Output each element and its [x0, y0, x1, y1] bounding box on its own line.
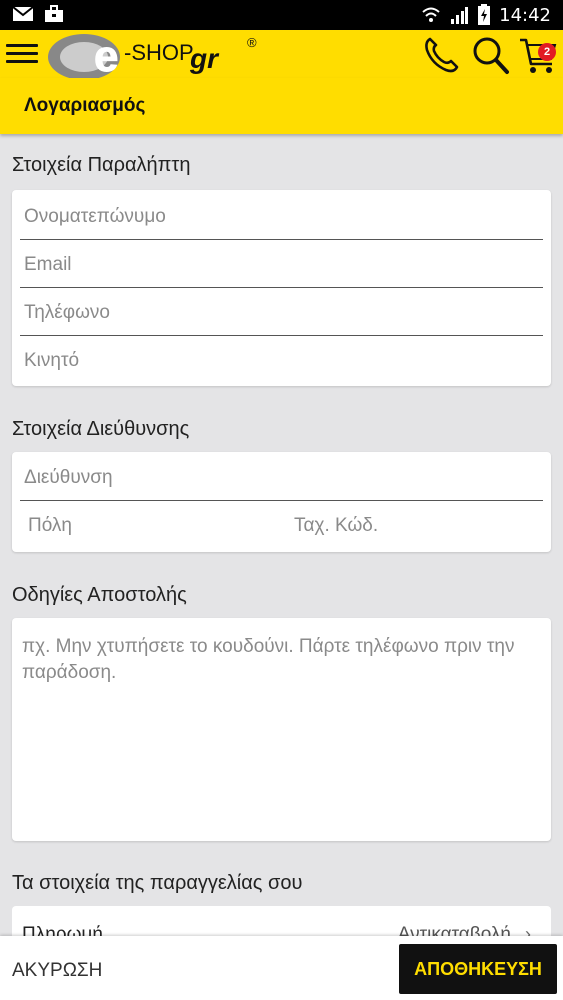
menu-icon[interactable] [6, 40, 38, 68]
mobile-field[interactable]: Κινητό [20, 336, 543, 384]
phone-placeholder: Τηλέφωνο [24, 302, 110, 323]
shipping-instructions-field[interactable]: πχ. Μην χτυπήσετε το κουδούνι. Πάρτε τηλ… [12, 618, 551, 841]
battery-icon [478, 4, 491, 25]
wifi-icon [422, 7, 440, 22]
search-icon[interactable] [469, 34, 511, 76]
phone-icon[interactable] [421, 34, 463, 76]
status-bar: 14:42 [0, 0, 563, 30]
shipping-instructions-placeholder: πχ. Μην χτυπήσετε το κουδούνι. Πάρτε τηλ… [22, 636, 515, 683]
street-placeholder: Διεύθυνση [24, 467, 113, 488]
city-field[interactable]: Πόλη [20, 501, 282, 549]
order-section-title: Τα στοιχεία της παραγγελίας σου [12, 872, 303, 894]
street-field[interactable]: Διεύθυνση [20, 453, 543, 501]
email-field[interactable]: Email [20, 240, 543, 288]
briefcase-icon [45, 5, 63, 22]
recipient-card: Ονοματεπώνυμο Email Τηλέφωνο Κινητό [12, 190, 551, 386]
mobile-placeholder: Κινητό [24, 350, 80, 371]
save-button[interactable]: ΑΠΟΘΗΚΕΥΣΗ [399, 944, 557, 994]
zip-field[interactable]: Ταχ. Κώδ. [290, 501, 543, 549]
recipient-section-title: Στοιχεία Παραλήπτη [12, 154, 191, 176]
phone-field[interactable]: Τηλέφωνο [20, 288, 543, 336]
bottom-action-bar: ΑΚΥΡΩΣΗ ΑΠΟΘΗΚΕΥΣΗ [0, 936, 563, 1000]
city-placeholder: Πόλη [28, 515, 72, 536]
cart-count-badge: 2 [538, 43, 556, 61]
fullname-placeholder: Ονοματεπώνυμο [24, 206, 166, 227]
shipping-section-title: Οδηγίες Αποστολής [12, 584, 187, 606]
address-card: Διεύθυνση Πόλη Ταχ. Κώδ. [12, 452, 551, 552]
app-bar: e -SHOP gr ® 2 [0, 30, 563, 78]
page-header: Λογαριασμός [0, 78, 563, 134]
cart-button[interactable]: 2 [517, 34, 559, 76]
zip-placeholder: Ταχ. Κώδ. [294, 515, 379, 536]
logo[interactable]: e -SHOP gr ® [44, 30, 269, 78]
fullname-field[interactable]: Ονοματεπώνυμο [20, 192, 543, 240]
signal-icon [451, 7, 469, 24]
cancel-button[interactable]: ΑΚΥΡΩΣΗ [12, 960, 102, 982]
clock: 14:42 [499, 4, 551, 26]
gmail-icon [12, 6, 34, 21]
page-title: Λογαριασμός [24, 95, 146, 116]
save-button-label: ΑΠΟΘΗΚΕΥΣΗ [414, 959, 542, 979]
svg-text:-SHOP: -SHOP [124, 40, 194, 65]
svg-text:e: e [94, 32, 118, 78]
svg-text:®: ® [247, 35, 257, 50]
svg-text:gr: gr [189, 43, 220, 74]
email-placeholder: Email [24, 254, 72, 275]
address-section-title: Στοιχεία Διεύθυνσης [12, 418, 190, 440]
